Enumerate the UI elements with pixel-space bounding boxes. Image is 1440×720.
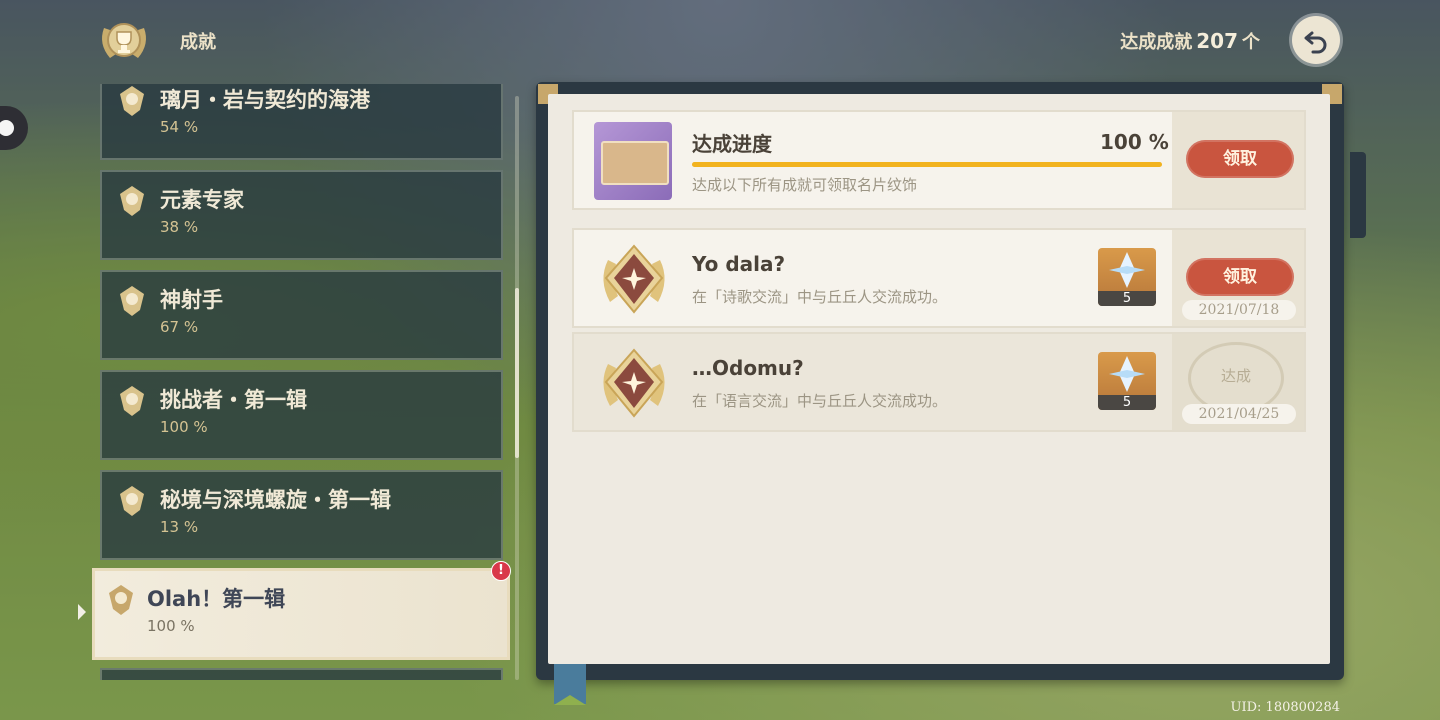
progress-title: 达成进度 [692, 132, 772, 156]
progress-bar-fill [692, 162, 1162, 167]
achievement-medal-icon [596, 344, 672, 422]
category-name: 元素专家 [160, 188, 244, 212]
reward-quantity: 5 [1098, 291, 1156, 306]
category-item-selected[interactable]: Olah！第一辑 100 % ! [92, 561, 511, 660]
achievement-date: 2021/04/25 [1182, 404, 1296, 424]
achievement-title: …Odomu? [692, 356, 804, 380]
achievement-count-prefix: 达成成就 [1120, 32, 1193, 53]
achievement-count-value: 207 [1196, 29, 1238, 53]
category-percent: 67 % [160, 318, 199, 336]
category-badge-icon [116, 384, 148, 418]
category-badge-icon [105, 583, 137, 617]
primogem-reward-icon: 5 [1098, 248, 1156, 306]
progress-percent: 100 % [1100, 130, 1169, 154]
achievement-trophy-icon [94, 10, 154, 70]
back-button[interactable] [1292, 16, 1340, 64]
book-side-tab [1350, 152, 1366, 238]
category-item[interactable]: 神射手 67 % [100, 270, 503, 360]
achievement-count: 达成成就 207 个 [1120, 28, 1260, 54]
achievement-description: 在「语言交流」中与丘丘人交流成功。 [692, 392, 948, 410]
category-name: 挑战者・第一辑 [160, 388, 307, 412]
achievement-date: 2021/07/18 [1182, 300, 1296, 320]
achievement-count-suffix: 个 [1242, 32, 1260, 53]
claim-reward-button[interactable]: 领取 [1186, 258, 1294, 296]
namecard-reward-icon [594, 122, 672, 200]
new-notification-badge: ! [491, 561, 511, 581]
primogem-reward-icon: 5 [1098, 352, 1156, 410]
category-item[interactable] [100, 668, 503, 680]
selected-indicator-arrow-icon [78, 604, 86, 620]
category-item[interactable]: 挑战者・第一辑 100 % [100, 370, 503, 460]
bookmark-ribbon [554, 664, 586, 705]
reward-quantity: 5 [1098, 395, 1156, 410]
achievement-title: Yo dala? [692, 252, 786, 276]
category-name: 神射手 [160, 288, 223, 312]
player-uid: UID: 180800284 [1230, 700, 1340, 715]
claim-namecard-button[interactable]: 领取 [1186, 140, 1294, 178]
category-item[interactable]: 元素专家 38 % [100, 170, 503, 260]
category-percent: 100 % [160, 418, 208, 436]
category-name: 秘境与深境螺旋・第一辑 [160, 488, 391, 512]
achievement-description: 在「诗歌交流」中与丘丘人交流成功。 [692, 288, 948, 306]
category-name: 璃月・岩与契约的海港 [160, 88, 370, 112]
category-percent: 38 % [160, 218, 199, 236]
category-badge-icon [116, 84, 148, 118]
category-percent: 13 % [160, 518, 199, 536]
category-item[interactable]: 秘境与深境螺旋・第一辑 13 % [100, 470, 503, 560]
achievement-row: …Odomu? 在「语言交流」中与丘丘人交流成功。 5 达成 2021/04/2… [572, 332, 1306, 432]
category-badge-icon [116, 184, 148, 218]
achievement-medal-icon [596, 240, 672, 318]
category-percent: 54 % [160, 118, 199, 136]
scrollbar-thumb[interactable] [515, 288, 519, 458]
category-item[interactable]: 璃月・岩与契约的海港 54 % [100, 84, 503, 160]
category-name: Olah！第一辑 [147, 587, 286, 611]
category-badge-icon [116, 284, 148, 318]
category-badge-icon [116, 484, 148, 518]
back-arrow-icon [1304, 31, 1327, 54]
category-percent: 100 % [147, 617, 195, 635]
category-scrollbar[interactable] [515, 96, 519, 680]
page-title: 成就 [180, 32, 216, 53]
progress-bar [692, 162, 1162, 167]
progress-description: 达成以下所有成就可领取名片纹饰 [692, 176, 918, 194]
